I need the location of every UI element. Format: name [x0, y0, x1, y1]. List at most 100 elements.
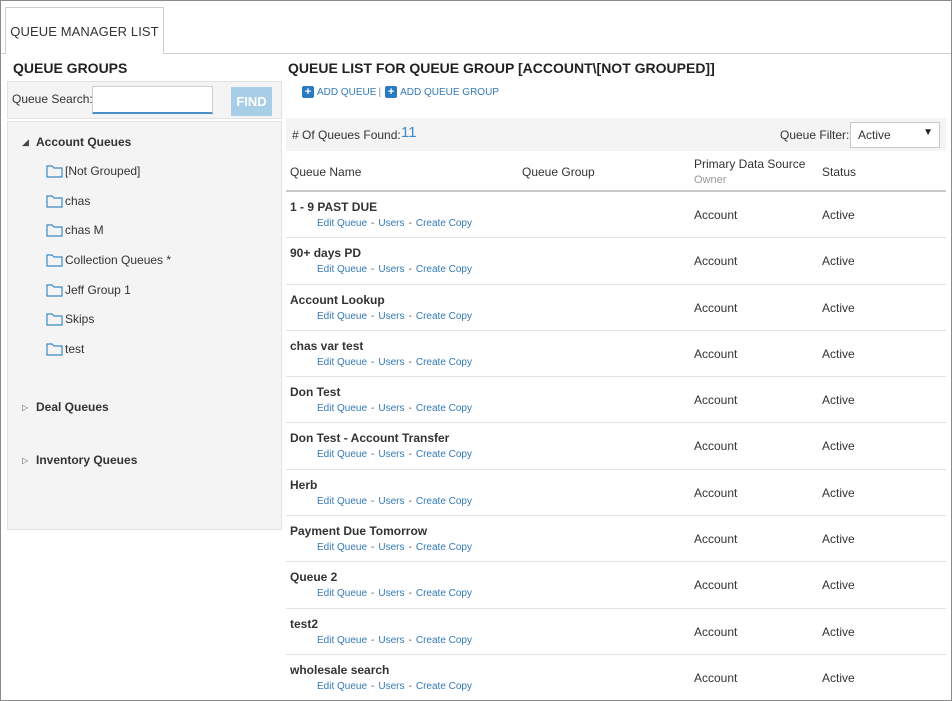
- tree-item-chas[interactable]: chas: [46, 194, 90, 208]
- edit-queue-link[interactable]: Edit Queue: [317, 311, 367, 322]
- queue-name: 1 - 9 PAST DUE: [290, 200, 378, 214]
- find-button[interactable]: FIND: [231, 87, 272, 116]
- tab-queue-manager-list[interactable]: QUEUE MANAGER LIST: [5, 7, 164, 54]
- tree-node-inventory-queues[interactable]: ▷ Inventory Queues: [22, 453, 137, 467]
- create-copy-link[interactable]: Create Copy: [416, 542, 472, 553]
- create-copy-link[interactable]: Create Copy: [416, 588, 472, 599]
- users-link[interactable]: Users: [378, 635, 404, 646]
- edit-queue-link[interactable]: Edit Queue: [317, 496, 367, 507]
- users-link[interactable]: Users: [378, 542, 404, 553]
- users-link[interactable]: Users: [378, 311, 404, 322]
- queue-data-source: Account: [694, 300, 738, 315]
- queue-data-source: Account: [694, 624, 738, 639]
- tree-item-test[interactable]: test: [46, 342, 84, 356]
- add-queue-link[interactable]: ADD QUEUE: [317, 87, 376, 98]
- queue-name: Don Test - Account Transfer: [290, 431, 450, 446]
- row-actions: Edit Queue - Users - Create Copy: [317, 403, 472, 415]
- create-copy-link[interactable]: Create Copy: [416, 218, 472, 229]
- queue-filter-label: Queue Filter:: [780, 128, 850, 142]
- folder-icon: [46, 165, 63, 178]
- row-actions: Edit Queue - Users - Create Copy: [317, 310, 472, 322]
- users-link[interactable]: Users: [378, 357, 404, 368]
- edit-queue-link[interactable]: Edit Queue: [317, 403, 367, 414]
- queue-group-tree: ◢ Account Queues [Not Grouped] chas chas…: [7, 121, 282, 530]
- table-row: 1 - 9 PAST DUE Edit Queue - Users - Create Co…: [286, 192, 946, 239]
- table-row: test2 Edit Queue - Users - Create Copy Account…: [286, 609, 946, 655]
- users-link[interactable]: Users: [378, 449, 404, 460]
- row-actions: Edit Queue - Users - Create Copy: [317, 356, 472, 368]
- users-link[interactable]: Users: [378, 588, 404, 599]
- queue-status: Active: [822, 300, 855, 315]
- queues-found-count: 11: [401, 124, 417, 141]
- create-copy-link[interactable]: Create Copy: [416, 496, 472, 507]
- queue-name: Queue 2: [290, 570, 338, 585]
- tab-bar: QUEUE MANAGER LIST: [1, 1, 951, 54]
- tree-item-collection-queues[interactable]: Collection Queues *: [46, 253, 171, 267]
- queue-search-input[interactable]: [92, 86, 213, 114]
- add-queue-group-link[interactable]: ADD QUEUE GROUP: [400, 87, 499, 98]
- queue-name: Herb: [290, 477, 318, 492]
- queue-name: Don Test: [290, 385, 341, 400]
- edit-queue-link[interactable]: Edit Queue: [317, 681, 367, 692]
- users-link[interactable]: Users: [378, 218, 404, 229]
- edit-queue-link[interactable]: Edit Queue: [317, 542, 367, 553]
- tree-node-label: Inventory Queues: [36, 453, 138, 467]
- queue-name: wholesale search: [290, 662, 390, 677]
- table-row: 90+ days PD Edit Queue - Users - Create Copy A…: [286, 238, 946, 285]
- queue-data-source: Account: [694, 439, 738, 454]
- create-copy-link[interactable]: Create Copy: [416, 403, 472, 414]
- queue-data-source: Account: [694, 254, 738, 269]
- table-row: Don Test - Account Transfer Edit Queue - Us…: [286, 423, 946, 470]
- users-link[interactable]: Users: [378, 496, 404, 507]
- link-separator: |: [378, 86, 382, 98]
- queue-data-source: Account: [694, 578, 738, 593]
- queue-filter-select[interactable]: Active ▼: [850, 122, 940, 148]
- row-actions: Edit Queue - Users - Create Copy: [317, 680, 472, 692]
- queue-data-source: Account: [694, 532, 738, 547]
- row-actions: Edit Queue - Users - Create Copy: [317, 495, 472, 507]
- tree-node-deal-queues[interactable]: ▷ Deal Queues: [22, 400, 109, 414]
- tree-node-label: Account Queues: [36, 135, 132, 149]
- queue-groups-title: QUEUE GROUPS: [13, 60, 128, 76]
- queue-search-label: Queue Search:: [12, 92, 93, 106]
- column-header-status: Status: [822, 165, 857, 179]
- users-link[interactable]: Users: [378, 681, 404, 692]
- tree-item-label: Jeff Group 1: [65, 283, 131, 297]
- create-copy-link[interactable]: Create Copy: [416, 449, 472, 460]
- edit-queue-link[interactable]: Edit Queue: [317, 635, 367, 646]
- create-copy-link[interactable]: Create Copy: [416, 635, 472, 646]
- edit-queue-link[interactable]: Edit Queue: [317, 357, 367, 368]
- edit-queue-link[interactable]: Edit Queue: [317, 264, 367, 275]
- queue-data-source: Account: [694, 208, 738, 222]
- tree-item-not-grouped[interactable]: [Not Grouped]: [46, 164, 140, 178]
- caret-collapsed-icon: ▷: [22, 402, 29, 412]
- tree-item-label: [Not Grouped]: [65, 164, 141, 178]
- queue-data-source: Account: [694, 670, 738, 685]
- queue-status: Active: [822, 532, 855, 547]
- queue-status: Active: [822, 439, 855, 454]
- folder-icon: [46, 313, 63, 326]
- queue-filter-value: Active: [858, 128, 891, 142]
- add-links: + ADD QUEUE | + ADD QUEUE GROUP: [302, 86, 499, 98]
- create-copy-link[interactable]: Create Copy: [416, 311, 472, 322]
- queue-status: Active: [822, 624, 855, 639]
- queue-data-source: Account: [694, 346, 738, 361]
- row-actions: Edit Queue - Users - Create Copy: [317, 218, 472, 229]
- queues-found-label: # Of Queues Found:: [292, 128, 401, 142]
- folder-icon: [46, 224, 63, 237]
- users-link[interactable]: Users: [378, 403, 404, 414]
- queue-table-header: Queue Name Queue Group Primary Data Sour…: [286, 151, 946, 192]
- tree-item-jeff-group-1[interactable]: Jeff Group 1: [46, 283, 131, 297]
- tree-node-account-queues[interactable]: ◢ Account Queues: [22, 135, 131, 149]
- create-copy-link[interactable]: Create Copy: [416, 357, 472, 368]
- tree-node-label: Deal Queues: [36, 400, 109, 414]
- users-link[interactable]: Users: [378, 264, 404, 275]
- tree-item-skips[interactable]: Skips: [46, 312, 94, 326]
- caret-collapsed-icon: ▷: [22, 455, 29, 465]
- tree-item-chas-m[interactable]: chas M: [46, 223, 104, 237]
- edit-queue-link[interactable]: Edit Queue: [317, 449, 367, 460]
- edit-queue-link[interactable]: Edit Queue: [317, 588, 367, 599]
- create-copy-link[interactable]: Create Copy: [416, 681, 472, 692]
- edit-queue-link[interactable]: Edit Queue: [317, 218, 367, 229]
- create-copy-link[interactable]: Create Copy: [416, 264, 472, 275]
